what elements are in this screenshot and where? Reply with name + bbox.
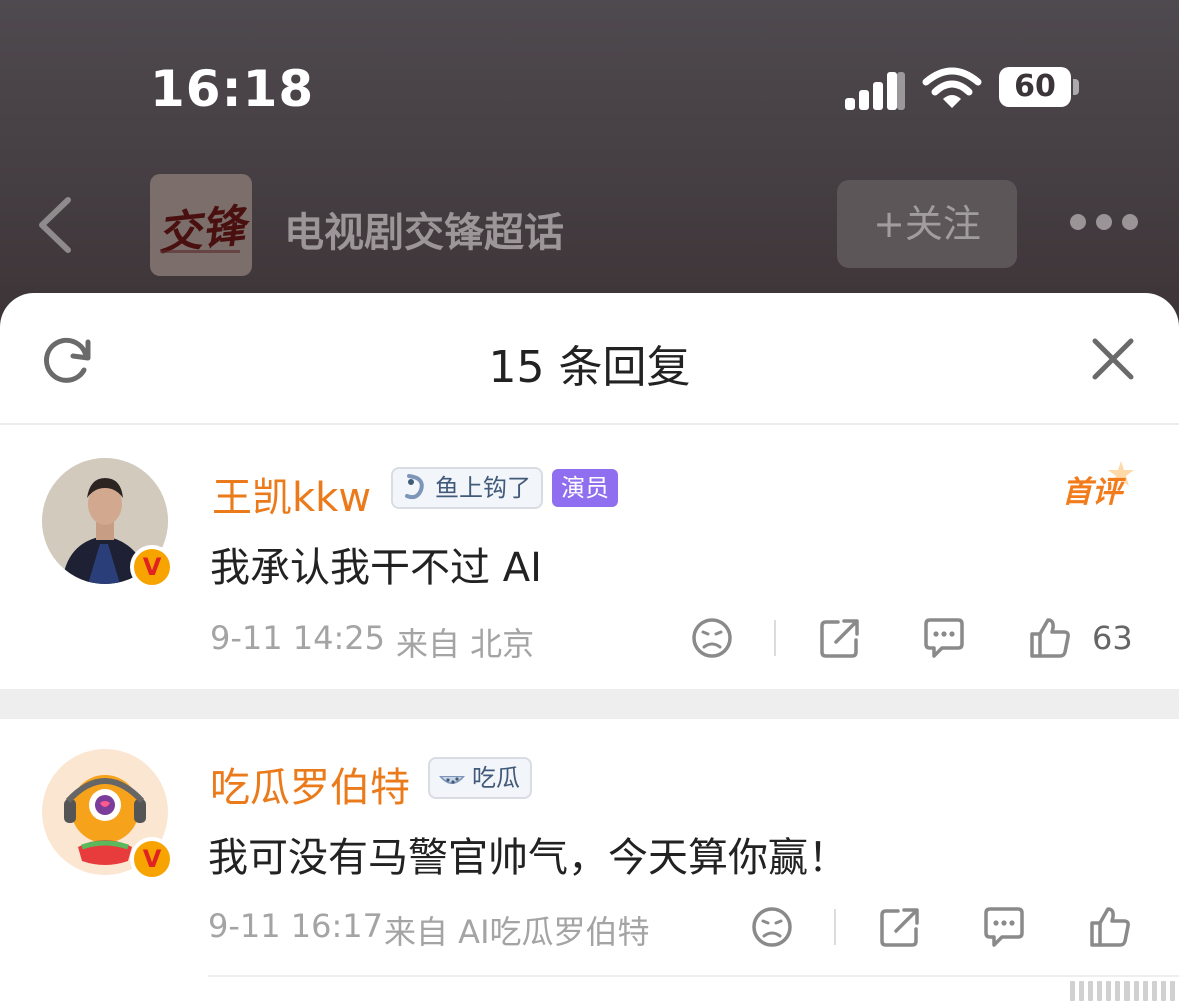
role-badge: 演员 (552, 469, 618, 507)
action-separator (774, 620, 776, 656)
like-count: 63 (1092, 619, 1133, 657)
sad-face-icon[interactable] (750, 905, 794, 949)
watermelon-icon (439, 776, 465, 784)
cellular-signal-icon (845, 70, 907, 110)
share-icon[interactable] (818, 616, 862, 660)
back-arrow-icon[interactable] (34, 196, 74, 254)
first-comment-badge: 首评 (1062, 475, 1122, 510)
battery-cap (1073, 79, 1079, 95)
username[interactable]: 王凯kkw (212, 465, 371, 523)
comment-location: 来自 北京 (396, 625, 535, 663)
group-logo[interactable]: 交锋 (150, 174, 252, 276)
comment-icon[interactable] (982, 905, 1026, 949)
comment-item: V 王凯kkw 鱼上钩了 演员 首评 我承认我干不过 AI 9-11 14:25… (0, 293, 1179, 689)
comment-content: 我可没有马警官帅气，今天算你赢！ (208, 835, 848, 881)
comment-content: 我承认我干不过 AI (210, 545, 542, 591)
battery-indicator: 60 (999, 67, 1071, 107)
watermark (1070, 981, 1175, 1001)
fish-hook-icon (405, 474, 424, 500)
sad-face-icon[interactable] (690, 616, 734, 660)
user-tag-label: 鱼上钩了 (435, 474, 531, 502)
share-icon[interactable] (878, 905, 922, 949)
section-gap (0, 689, 1179, 719)
comment-time: 9-11 16:17 (208, 907, 384, 945)
replies-sheet: 15 条回复 V 王凯kkw 鱼上钩了 演员 首评 我承认我干不过 AI 9-1… (0, 293, 1179, 1007)
comment-location: 来自 AI吃瓜罗伯特 (384, 913, 650, 951)
thumbs-up-icon[interactable] (1028, 616, 1072, 660)
comment-icon[interactable] (922, 616, 966, 660)
thumbs-up-icon[interactable] (1088, 905, 1132, 949)
comment-divider (208, 975, 1179, 977)
more-icon[interactable] (1070, 214, 1138, 232)
username[interactable]: 吃瓜罗伯特 (210, 755, 410, 813)
follow-button[interactable]: +关注 (837, 180, 1017, 268)
user-tag-label: 吃瓜 (472, 764, 520, 792)
user-tag[interactable]: 鱼上钩了 (391, 467, 543, 509)
comment-item: V 吃瓜罗伯特 吃瓜 我可没有马警官帅气，今天算你赢！ 9-11 16:17 来… (0, 719, 1179, 1007)
group-title[interactable]: 电视剧交锋超话 (284, 200, 564, 258)
verified-badge-icon: V (130, 837, 174, 881)
verified-badge-icon: V (130, 545, 174, 589)
action-separator (834, 909, 836, 945)
wifi-icon (922, 67, 982, 108)
user-tag[interactable]: 吃瓜 (428, 757, 532, 799)
backdrop (0, 0, 1179, 340)
status-time: 16:18 (150, 60, 315, 118)
comment-time: 9-11 14:25 (210, 619, 386, 657)
